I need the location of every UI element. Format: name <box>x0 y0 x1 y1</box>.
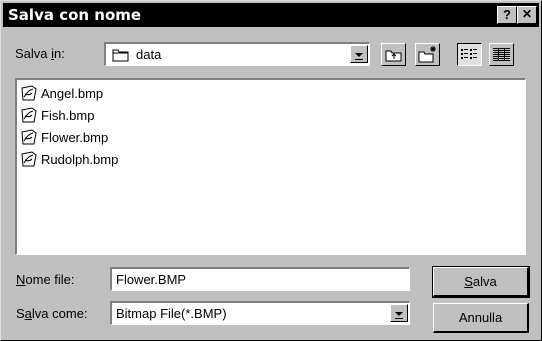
look-in-dropdown-button[interactable] <box>350 45 368 63</box>
bitmap-file-icon <box>21 107 37 123</box>
bitmap-file-icon <box>21 151 37 167</box>
bitmap-file-icon <box>21 85 37 101</box>
title-bar[interactable]: Salva con nome ? ✕ <box>3 3 539 27</box>
chevron-down-icon <box>395 312 403 319</box>
chevron-down-icon <box>355 53 363 60</box>
up-one-level-button[interactable] <box>381 43 406 66</box>
create-new-folder-button[interactable] <box>415 43 440 66</box>
file-name-label: Fish.bmp <box>41 107 95 123</box>
list-view-button[interactable] <box>457 43 482 66</box>
list-item[interactable]: Flower.bmp <box>20 127 108 147</box>
list-item[interactable]: Rudolph.bmp <box>20 149 118 169</box>
filename-input[interactable]: Flower.BMP <box>110 267 410 291</box>
filetype-label: Salva come: <box>16 306 88 321</box>
look-in-value: data <box>136 47 162 62</box>
window-title: Salva con nome <box>8 6 142 24</box>
file-name-label: Angel.bmp <box>41 85 104 101</box>
cancel-button[interactable]: Annulla <box>433 303 529 333</box>
filetype-dropdown-button[interactable] <box>390 304 408 322</box>
filename-label: Nome file: <box>16 272 75 287</box>
list-item[interactable]: Fish.bmp <box>20 105 94 125</box>
filename-value: Flower.BMP <box>116 272 187 287</box>
bitmap-file-icon <box>21 129 37 145</box>
look-in-combobox[interactable]: data <box>104 42 370 66</box>
details-view-button[interactable] <box>489 43 514 66</box>
save-button[interactable]: Salva <box>432 266 530 298</box>
list-item[interactable]: Angel.bmp <box>20 83 103 103</box>
folder-icon <box>112 49 129 62</box>
filetype-combobox[interactable]: Bitmap File(*.BMP) <box>110 301 410 325</box>
details-view-icon <box>493 48 510 61</box>
close-button[interactable]: ✕ <box>517 6 537 24</box>
file-list[interactable]: Angel.bmp Fish.bmp Flower.bmp Rudolph.bmp <box>15 78 526 255</box>
up-folder-icon <box>385 50 402 62</box>
file-name-label: Flower.bmp <box>41 129 109 145</box>
help-button[interactable]: ? <box>497 6 517 24</box>
save-as-dialog: Salva con nome ? ✕ Salva in: data Angel.… <box>0 0 542 341</box>
file-name-label: Rudolph.bmp <box>41 151 119 167</box>
list-view-icon <box>461 49 477 59</box>
look-in-label: Salva in: <box>15 46 65 61</box>
new-folder-icon <box>418 46 436 63</box>
filetype-value: Bitmap File(*.BMP) <box>116 306 227 321</box>
